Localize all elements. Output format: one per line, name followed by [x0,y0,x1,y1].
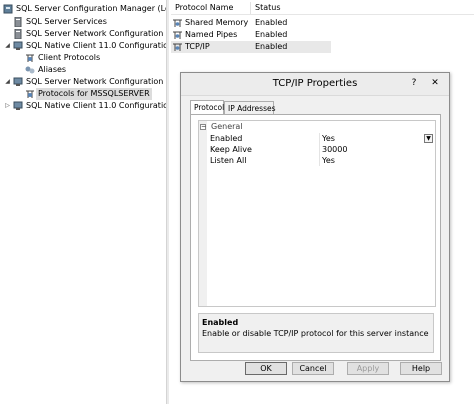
description-title: Enabled [202,318,239,327]
tree-item-label: Aliases [38,65,67,74]
property-name: Enabled [210,134,243,143]
protocol-name: Named Pipes [185,30,238,39]
category-general[interactable]: − General [199,122,435,132]
description-text: Enable or disable TCP/IP protocol for th… [202,329,429,338]
protocol-name: TCP/IP [185,42,210,51]
help-icon[interactable]: ? [408,77,420,89]
native-client-icon [13,41,23,51]
network-config-icon [13,77,23,87]
tcpip-properties-dialog: TCP/IP Properties ? ✕ Protocol IP Addres… [180,72,450,382]
aliases-icon [25,65,35,75]
tree-item-label: SQL Native Client 11.0 Configuration (32… [26,41,166,50]
column-header-protocol-name[interactable]: Protocol Name [171,2,251,14]
protocol-status: Enabled [255,30,288,39]
collapsed-arrow-icon[interactable]: ▷ [4,100,11,112]
console-tree[interactable]: SQL Server Configuration Manager (Local)… [0,0,166,404]
property-row-enabled[interactable]: Enabled Yes ▼ [207,133,435,144]
collapse-icon[interactable]: − [200,124,206,130]
close-icon[interactable]: ✕ [429,77,441,89]
property-name: Keep Alive [210,145,252,154]
property-grid[interactable]: − General Enabled Yes ▼ Keep Alive 30000… [198,120,436,307]
property-description: Enabled Enable or disable TCP/IP protoco… [198,313,434,353]
tab-panel-protocol: − General Enabled Yes ▼ Keep Alive 30000… [190,114,441,361]
network-config-icon [13,28,23,40]
tree-item-label: SQL Server Network Configuration (32bit) [26,29,166,38]
column-header-status[interactable]: Status [251,2,351,14]
tree-item-label: SQL Server Network Configuration [26,77,164,86]
property-value[interactable]: Yes [322,155,335,166]
ok-button[interactable]: OK [245,362,287,375]
tree-item-label: Protocols for MSSQLSERVER [36,88,152,100]
property-value[interactable]: Yes [322,133,335,144]
protocol-status: Enabled [255,42,288,51]
category-label: General [211,122,243,131]
tab-ip-addresses[interactable]: IP Addresses [224,101,276,114]
protocol-name: Shared Memory [185,18,249,27]
protocol-status: Enabled [255,18,288,27]
protocol-icon [173,43,182,51]
property-value[interactable]: 30000 [322,144,347,155]
expanded-arrow-icon[interactable]: ◢ [4,40,11,52]
list-header: Protocol Name Status [171,2,474,15]
cancel-button[interactable]: Cancel [292,362,334,375]
property-row-keep-alive[interactable]: Keep Alive 30000 [207,144,435,155]
protocol-icon [173,31,182,39]
chevron-down-icon[interactable]: ▼ [424,134,433,143]
sql-config-manager-icon [3,4,13,14]
list-row-shared-memory[interactable]: Shared Memory Enabled [171,17,474,29]
help-button[interactable]: Help [400,362,442,375]
tree-item-label: SQL Server Configuration Manager (Local) [16,4,166,13]
native-client-icon [13,101,23,111]
list-row-tcp-ip[interactable]: TCP/IP Enabled [171,41,474,53]
dialog-titlebar[interactable]: TCP/IP Properties ? ✕ [181,73,449,96]
tree-item-label: SQL Native Client 11.0 Configuration [26,101,166,110]
protocol-icon [173,19,182,27]
tree-item-label: Client Protocols [38,53,101,62]
tree-item-label: SQL Server Services [26,17,107,26]
protocols-icon [25,53,35,63]
property-row-listen-all[interactable]: Listen All Yes [207,155,435,166]
grid-gutter [199,121,207,306]
services-icon [13,16,23,28]
protocols-icon [25,89,35,99]
list-row-named-pipes[interactable]: Named Pipes Enabled [171,29,474,41]
pane-splitter[interactable] [166,0,169,404]
tab-protocol[interactable]: Protocol [190,100,224,115]
property-name: Listen All [210,156,247,165]
expanded-arrow-icon[interactable]: ◢ [4,76,11,88]
apply-button[interactable]: Apply [347,362,389,375]
